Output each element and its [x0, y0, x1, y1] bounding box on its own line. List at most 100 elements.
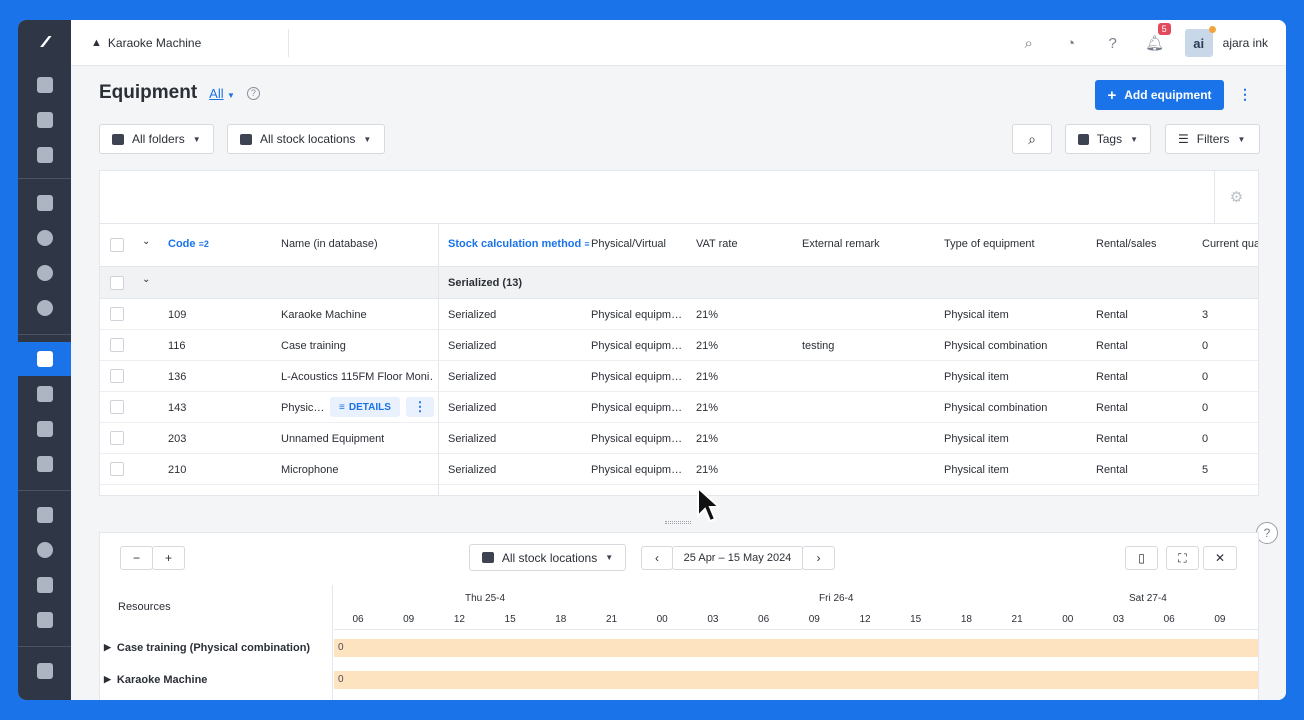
- resource-row[interactable]: ▶ Case training (Physical combination): [104, 642, 310, 654]
- contact-icon[interactable]: [18, 221, 71, 255]
- select-all-checkbox[interactable]: [110, 238, 124, 252]
- resize-handle[interactable]: [665, 521, 691, 524]
- row-menu-icon[interactable]: ⋮: [406, 397, 434, 417]
- help-icon[interactable]: ?: [246, 86, 260, 100]
- dollar-icon[interactable]: [18, 291, 71, 325]
- column-stock-method[interactable]: Stock calculation method ≡: [448, 238, 590, 250]
- table-icon[interactable]: [18, 186, 71, 220]
- gear-icon[interactable]: ⚙: [1214, 171, 1258, 223]
- cell-physical-virtual: Physical equipm…: [591, 402, 683, 414]
- help-icon[interactable]: ?: [1101, 31, 1125, 55]
- report-icon[interactable]: [18, 603, 71, 637]
- cell-vat-rate: 21%: [696, 402, 719, 414]
- cell-method: Serialized: [448, 309, 497, 321]
- expand-icon[interactable]: ▶: [104, 674, 111, 686]
- clock-icon[interactable]: [18, 533, 71, 567]
- row-checkbox[interactable]: [110, 462, 124, 476]
- breadcrumb[interactable]: ▲ Karaoke Machine: [71, 28, 289, 57]
- cell-type: Physical item: [944, 309, 1009, 321]
- row-checkbox[interactable]: [110, 400, 124, 414]
- cell-quantity: 0: [1202, 402, 1209, 414]
- date-range-button[interactable]: 25 Apr – 15 May 2024: [672, 546, 803, 570]
- side-panel-icon[interactable]: ▯: [1125, 546, 1158, 570]
- more-options-icon[interactable]: ⋮: [1238, 86, 1252, 103]
- zoom-out-button[interactable]: −: [120, 546, 153, 570]
- tag-icon: [1078, 133, 1089, 145]
- zoom-in-button[interactable]: +: [152, 546, 185, 570]
- search-button[interactable]: ⌕: [1012, 124, 1052, 154]
- timeline-divider: [334, 629, 1258, 630]
- id-card-icon[interactable]: [18, 377, 71, 411]
- timer-icon[interactable]: ◔: [1059, 31, 1083, 55]
- availability-bar[interactable]: 0: [334, 671, 1258, 689]
- group-checkbox[interactable]: [110, 276, 124, 290]
- column-name[interactable]: Name (in database): [281, 238, 378, 250]
- table-row[interactable]: 143 Physic… Serialized Physical equipm… 21% P…: [100, 392, 1258, 423]
- search-icon[interactable]: ⌕: [1017, 31, 1041, 55]
- resource-row[interactable]: ▶ Karaoke Machine: [104, 674, 207, 686]
- column-current-quantity[interactable]: Current qua: [1202, 238, 1258, 250]
- close-icon[interactable]: ✕: [1203, 546, 1237, 570]
- cell-method: Serialized: [448, 371, 497, 383]
- wrench-icon[interactable]: [18, 568, 71, 602]
- people-icon[interactable]: [18, 412, 71, 446]
- clipboard-icon[interactable]: [18, 498, 71, 532]
- chat-icon[interactable]: [18, 654, 71, 688]
- table-row[interactable]: 203 Unnamed Equipment Serialized Physical e…: [100, 423, 1258, 454]
- add-equipment-button[interactable]: + Add equipment: [1095, 80, 1224, 110]
- hour-label: 03: [707, 614, 719, 625]
- filters-dropdown[interactable]: ☰ Filters ▼: [1165, 124, 1260, 154]
- help-icon[interactable]: ?: [1256, 522, 1278, 544]
- tags-dropdown[interactable]: Tags ▼: [1065, 124, 1151, 154]
- column-type-of-equipment[interactable]: Type of equipment: [944, 238, 1035, 250]
- folders-dropdown[interactable]: All folders ▼: [99, 124, 214, 154]
- hour-label: 12: [453, 614, 465, 625]
- resource-name: Case training (Physical combination): [116, 642, 311, 654]
- row-checkbox[interactable]: [110, 431, 124, 445]
- cell-method: Serialized: [448, 402, 497, 414]
- previous-button[interactable]: ‹: [641, 546, 673, 570]
- planner-stock-locations-dropdown[interactable]: All stock locations ▼: [469, 544, 626, 571]
- table-row[interactable]: 136 L-Acoustics 115FM Floor Moni… Serializ…: [100, 361, 1258, 392]
- cell-type: Physical combination: [944, 402, 1048, 414]
- cell-vat-rate: 21%: [696, 371, 719, 383]
- row-checkbox[interactable]: [110, 369, 124, 383]
- hour-label: 18: [960, 614, 972, 625]
- table-row[interactable]: 109 Karaoke Machine Serialized Physical equ…: [100, 299, 1258, 330]
- sidebar-divider: [18, 178, 71, 179]
- table-row[interactable]: 116 Case training Serialized Physical equip…: [100, 330, 1258, 361]
- expand-icon[interactable]: ▶: [104, 642, 111, 654]
- column-vat-rate[interactable]: VAT rate: [696, 238, 738, 250]
- avatar[interactable]: ai: [1184, 26, 1216, 57]
- bell-icon[interactable]: 🔔︎ 5: [1143, 23, 1171, 55]
- cell-quantity: 0: [1202, 433, 1209, 445]
- collapse-icon[interactable]: ⌄: [142, 274, 150, 285]
- cell-name: Physic…: [281, 402, 325, 414]
- table-row[interactable]: 210 Microphone Serialized Physical equipm… 2…: [100, 454, 1258, 485]
- column-code[interactable]: Code ≡2: [168, 238, 209, 250]
- group-row[interactable]: ⌄ Serialized (13): [100, 267, 1258, 299]
- details-button[interactable]: ≡ DETAILS: [330, 397, 400, 417]
- hour-label: 00: [656, 614, 668, 625]
- calendar-icon[interactable]: [18, 103, 71, 137]
- warehouse-icon[interactable]: [18, 138, 71, 172]
- expand-all-icon[interactable]: ⌄: [142, 236, 150, 247]
- app-logo[interactable]: ⁄⁄⁄: [18, 20, 71, 66]
- filter-dropdown[interactable]: All ▼: [209, 86, 235, 101]
- day-label: Sat 27-4: [1129, 593, 1167, 604]
- column-external-remark[interactable]: External remark: [802, 238, 880, 250]
- dashboard-icon[interactable]: [18, 68, 71, 102]
- exchange-icon[interactable]: [18, 256, 71, 290]
- column-physical-virtual[interactable]: Physical/Virtual: [591, 238, 666, 250]
- next-button[interactable]: ›: [802, 546, 835, 570]
- equipment-icon[interactable]: [18, 342, 71, 376]
- row-checkbox[interactable]: [110, 307, 124, 321]
- fullscreen-icon[interactable]: ⛶: [1166, 546, 1199, 570]
- row-checkbox[interactable]: [110, 338, 124, 352]
- username[interactable]: ajara ink: [1223, 36, 1268, 50]
- stock-locations-dropdown[interactable]: All stock locations ▼: [227, 124, 385, 154]
- column-rental-sales[interactable]: Rental/sales: [1096, 238, 1157, 250]
- cell-physical-virtual: Physical equipm…: [591, 340, 683, 352]
- availability-bar[interactable]: 0: [334, 639, 1258, 657]
- truck-icon[interactable]: [18, 447, 71, 481]
